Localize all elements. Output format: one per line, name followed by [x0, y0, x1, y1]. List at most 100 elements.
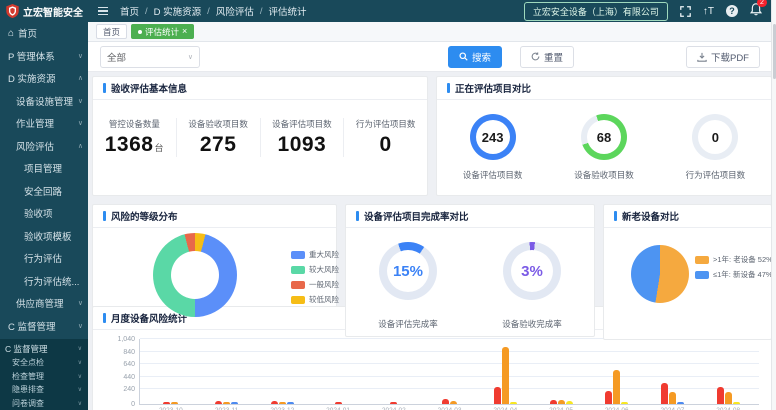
legend-swatch: [291, 296, 305, 304]
bar: [287, 402, 294, 404]
sidebar-item[interactable]: 行为评估统...: [0, 270, 88, 293]
top-header: 立宏智能安全 首页/D 实施资源/风险评估/评估统计 立宏安全设备（上海）有限公…: [0, 0, 776, 22]
tab-home[interactable]: 首页: [96, 24, 127, 39]
ring-label: 行为评估项目数: [686, 169, 746, 181]
home-icon: ⌂: [8, 28, 14, 39]
sidebar-menu: ⌂首页P 管理体系∨D 实施资源∧设备设施管理∨作业管理∨风险评估∧项目管理安全…: [0, 22, 88, 337]
sidebar-item-label: 安全回路: [24, 184, 62, 198]
bar: [215, 401, 222, 404]
ring-arc: 3%: [503, 242, 561, 300]
search-icon: [459, 52, 468, 61]
device-age-legend: >1年: 老设备 52% ≤1年: 新设备 47%: [695, 254, 773, 284]
chevron-down-icon: ∨: [78, 373, 82, 380]
breadcrumb-item[interactable]: 首页: [120, 4, 139, 18]
stat-label: 设备评估项目数: [261, 118, 344, 130]
sidebar-item-label: C 监督管理: [8, 319, 56, 333]
monthly-bar-chart: 02404406408401,0402023-102023-112023-122…: [139, 339, 759, 405]
legend-swatch: [695, 271, 709, 279]
ring-label: 设备评估项目数: [463, 169, 523, 181]
chevron-up-icon: ∧: [78, 74, 83, 82]
bar: [717, 387, 724, 404]
progress-ring: 15%设备评估完成率: [378, 242, 438, 330]
sidebar-item[interactable]: 供应商管理∨: [0, 292, 88, 315]
completion-rings: 15%设备评估完成率3%设备验收完成率: [346, 228, 594, 330]
breadcrumb-item[interactable]: 评估统计: [268, 4, 306, 18]
search-button[interactable]: 搜索: [448, 46, 502, 68]
legend-item[interactable]: 较大风险: [291, 264, 339, 275]
breadcrumb-item[interactable]: 风险评估: [216, 4, 254, 18]
sidebar-item-label: 安全点检: [12, 357, 44, 368]
sidebar-popup-item[interactable]: 问卷调查∨: [0, 397, 88, 410]
bar: [613, 370, 620, 404]
close-icon[interactable]: ×: [182, 27, 187, 36]
notification-bell-icon[interactable]: 2: [750, 3, 762, 19]
bar: [669, 392, 676, 404]
sidebar-item[interactable]: C 监督管理∨: [0, 315, 88, 338]
app-logo: 立宏智能安全: [0, 4, 88, 19]
risk-donut-chart: [153, 233, 237, 317]
bar: [677, 402, 684, 404]
sidebar-item[interactable]: 验收项模板: [0, 225, 88, 248]
vertical-scrollbar[interactable]: [771, 0, 776, 410]
bar: [502, 347, 509, 404]
ring-value: 68: [581, 114, 627, 160]
filter-select[interactable]: 全部 ∨: [100, 46, 200, 68]
legend-swatch: [291, 251, 305, 259]
breadcrumb-separator: /: [145, 6, 148, 17]
bar-group: 2024-06: [589, 339, 645, 404]
ring-value: 0: [692, 114, 738, 160]
company-selector-button[interactable]: 立宏安全设备（上海）有限公司: [524, 2, 668, 21]
scrollbar-thumb[interactable]: [773, 24, 776, 79]
card-title: 验收评估基本信息: [111, 81, 187, 95]
logo-text: 立宏智能安全: [23, 4, 83, 19]
bar-group: 2024-01: [310, 339, 366, 404]
sidebar-item[interactable]: 作业管理∨: [0, 112, 88, 135]
sidebar-item[interactable]: D 实施资源∧: [0, 67, 88, 90]
bar: [550, 400, 557, 404]
help-icon[interactable]: ?: [726, 5, 738, 17]
sidebar-item[interactable]: P 管理体系∨: [0, 45, 88, 68]
bar-group: 2024-05: [533, 339, 589, 404]
sidebar-popup-item[interactable]: 安全点检∨: [0, 356, 88, 370]
ring-arc: 68: [581, 114, 627, 160]
chevron-down-icon: ∨: [78, 97, 83, 105]
download-icon: [697, 52, 707, 62]
legend-item[interactable]: 较低风险: [291, 294, 339, 305]
sidebar-popup-item[interactable]: 隐患排查∨: [0, 383, 88, 397]
font-size-icon[interactable]: ↑T: [703, 6, 714, 17]
sidebar-item[interactable]: 验收项: [0, 202, 88, 225]
bar: [390, 402, 397, 404]
chevron-down-icon: ∨: [78, 119, 83, 127]
bar: [566, 401, 573, 404]
sidebar-popup-item[interactable]: 检查管理∨: [0, 370, 88, 384]
chevron-down-icon: ∨: [78, 345, 82, 352]
sidebar-item[interactable]: 设备设施管理∨: [0, 90, 88, 113]
ring-label: 设备验收项目数: [574, 169, 634, 181]
card-ongoing-projects: 正在评估项目对比 243设备评估项目数 68 设备验收项目数 0 行为评估项目数: [436, 76, 772, 196]
card-title: 正在评估项目对比: [455, 81, 531, 95]
breadcrumb-item[interactable]: D 实施资源: [154, 4, 202, 18]
sidebar-item-label: 问卷调查: [12, 398, 44, 409]
fullscreen-icon[interactable]: [680, 6, 691, 17]
tab-assessment-stats[interactable]: 评估统计 ×: [131, 24, 194, 39]
download-pdf-button[interactable]: 下载PDF: [686, 46, 760, 68]
legend-label: 较大风险: [309, 264, 339, 275]
legend-item[interactable]: 重大风险: [291, 249, 339, 260]
sidebar-item[interactable]: 风险评估∧: [0, 135, 88, 158]
legend-item[interactable]: ≤1年: 新设备 47%: [695, 269, 773, 280]
sidebar-popup-header[interactable]: C 监督管理 ∨: [0, 341, 88, 356]
legend-label: ≤1年: 新设备 47%: [713, 269, 773, 280]
legend-label: 较低风险: [309, 294, 339, 305]
legend-item[interactable]: 一般风险: [291, 279, 339, 290]
legend-item[interactable]: >1年: 老设备 52%: [695, 254, 773, 265]
reset-button[interactable]: 重置: [520, 46, 574, 68]
sidebar-item[interactable]: 行为评估: [0, 247, 88, 270]
bar: [725, 392, 732, 404]
legend-label: 一般风险: [309, 279, 339, 290]
sidebar-item[interactable]: ⌂首页: [0, 22, 88, 45]
ring-label: 设备评估完成率: [378, 318, 438, 330]
sidebar-item[interactable]: 项目管理: [0, 157, 88, 180]
sidebar-item[interactable]: 安全回路: [0, 180, 88, 203]
menu-fold-icon[interactable]: [98, 7, 108, 16]
progress-ring: 243设备评估项目数: [463, 114, 523, 181]
